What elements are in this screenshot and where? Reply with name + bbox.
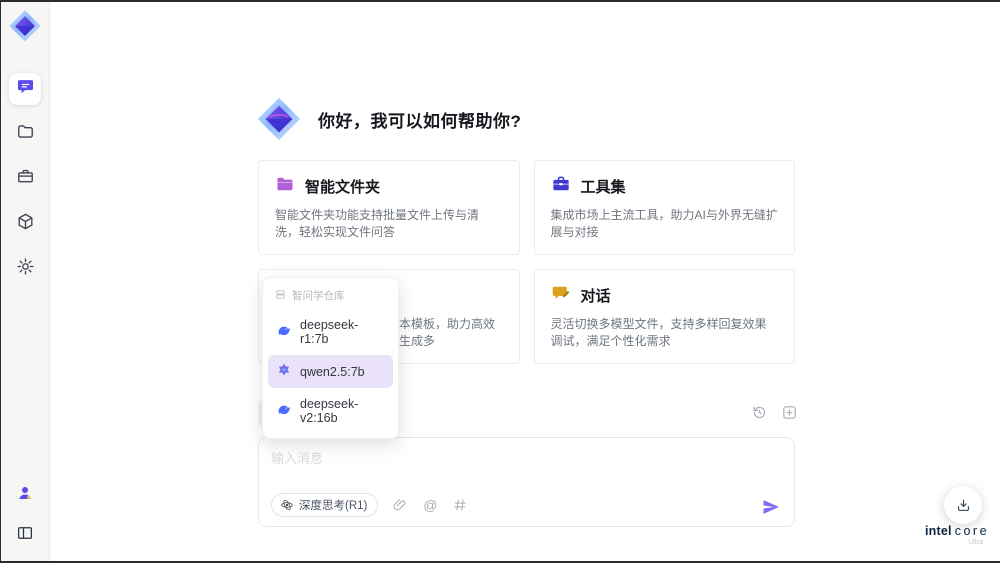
- model-dropdown-header-label: 智问学仓库: [292, 290, 345, 302]
- card-dialogue[interactable]: 对话 灵活切换多模型文件，支持多样回复效果调试，满足个性化需求: [533, 269, 795, 364]
- card-toolset[interactable]: 工具集 集成市场上主流工具，助力AI与外界无缝扩展与对接: [533, 160, 795, 255]
- sidebar-item-collapse-panel[interactable]: [9, 519, 41, 551]
- collapse-panel-icon: [16, 524, 34, 547]
- toolset-icon: [551, 174, 571, 199]
- card-description: 智能文件夹功能支持批量文件上传与清洗，轻松实现文件问答: [275, 208, 480, 239]
- deepthink-icon: [281, 499, 293, 511]
- gear-icon: [16, 257, 35, 281]
- app-logo: [256, 96, 302, 142]
- model-option-deepseek-v2[interactable]: deepseek-v2:16b: [268, 390, 393, 432]
- page-title: 你好，我可以如何帮助你?: [318, 111, 522, 131]
- card-smart-folder[interactable]: 智能文件夹 智能文件夹功能支持批量文件上传与清洗，轻松实现文件问答: [258, 160, 520, 255]
- message-input[interactable]: [259, 438, 794, 486]
- deepseek-icon: [276, 402, 292, 421]
- sidebar-item-chat[interactable]: [9, 73, 41, 105]
- sidebar-item-account[interactable]: [9, 479, 41, 511]
- model-option-deepseek-r1[interactable]: deepseek-r1:7b: [268, 311, 393, 353]
- sidebar: [1, 2, 50, 561]
- folder-icon: [16, 122, 35, 146]
- intel-word: intel: [925, 524, 952, 538]
- history-icon[interactable]: [751, 404, 768, 421]
- intel-core-logo: intel core Ultra: [925, 524, 989, 546]
- sidebar-item-settings[interactable]: [9, 253, 41, 285]
- model-option-label: deepseek-v2:16b: [300, 397, 359, 425]
- card-description: 集成市场上主流工具，助力AI与外界无缝扩展与对接: [550, 208, 778, 239]
- model-dropdown-header: 智问学仓库: [268, 284, 393, 309]
- model-dropdown: 智问学仓库 deepseek-r1:7b qwen2.5:7b deepseek…: [262, 277, 399, 439]
- intel-sub-word: Ultra: [968, 539, 983, 546]
- model-option-qwen25[interactable]: qwen2.5:7b: [268, 355, 393, 388]
- send-icon: [763, 500, 779, 514]
- cube-icon: [16, 212, 35, 236]
- app-logo: [8, 9, 42, 43]
- send-button[interactable]: [761, 497, 781, 517]
- download-icon: [957, 499, 969, 511]
- new-chat-icon[interactable]: [781, 404, 798, 421]
- session-actions: [751, 404, 798, 421]
- person-icon: [16, 484, 34, 507]
- sidebar-item-toolbox[interactable]: [9, 163, 41, 195]
- attach-icon[interactable]: [392, 497, 408, 513]
- window-top-edge: [0, 0, 1000, 2]
- smart-folder-icon: [275, 174, 295, 199]
- repo-icon: [275, 289, 286, 303]
- card-title: 智能文件夹: [305, 179, 381, 196]
- greeting-row: 你好，我可以如何帮助你?: [256, 96, 521, 142]
- deep-think-label: 深度思考(R1): [299, 500, 368, 512]
- window-left-edge: [0, 0, 1, 563]
- message-composer: 深度思考(R1) @: [258, 437, 795, 527]
- chat-icon: [16, 77, 35, 101]
- model-option-label: deepseek-r1:7b: [300, 318, 359, 346]
- card-title: 对话: [580, 288, 611, 305]
- mention-icon[interactable]: @: [422, 497, 438, 513]
- qwen-icon: [276, 362, 292, 381]
- deepseek-icon: [276, 323, 292, 342]
- card-description: 灵活切换多模型文件，支持多样回复效果调试，满足个性化需求: [550, 317, 767, 348]
- composer-toolbar: 深度思考(R1) @: [271, 493, 468, 517]
- core-word: core: [954, 524, 990, 538]
- sidebar-item-folders[interactable]: [9, 118, 41, 150]
- sidebar-item-apps[interactable]: [9, 208, 41, 240]
- card-title: 工具集: [580, 179, 626, 196]
- briefcase-icon: [16, 167, 35, 191]
- deep-think-toggle[interactable]: 深度思考(R1): [271, 493, 379, 517]
- command-icon[interactable]: [452, 497, 468, 513]
- model-option-label: qwen2.5:7b: [300, 364, 365, 379]
- dialogue-icon: [551, 283, 571, 308]
- download-fab[interactable]: [944, 486, 982, 524]
